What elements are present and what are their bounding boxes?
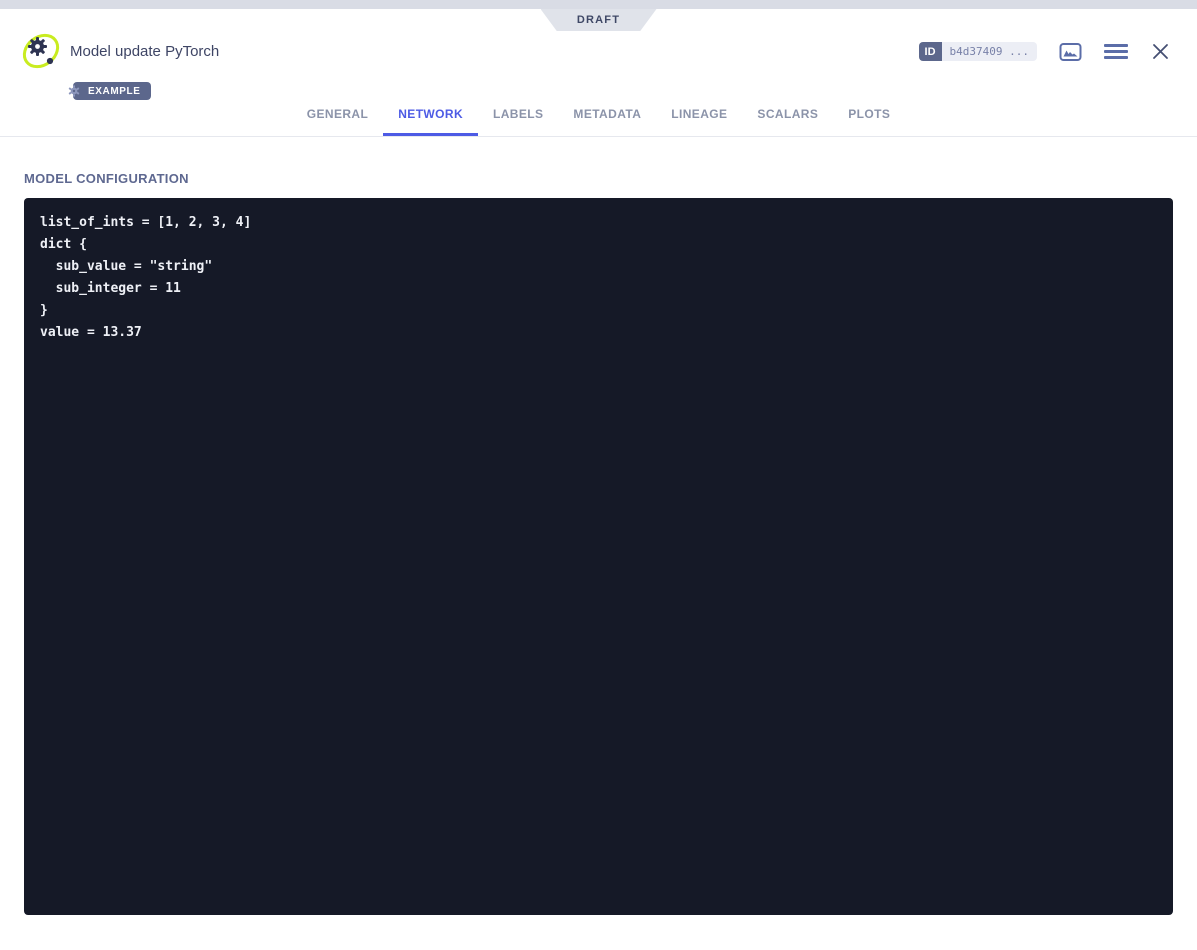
config-line: value = 13.37 (40, 322, 1157, 344)
tab-scalars[interactable]: SCALARS (742, 107, 833, 136)
header-controls: ID b4d37409 ... (919, 41, 1171, 62)
config-line: } (40, 300, 1157, 322)
tab-network[interactable]: NETWORK (383, 107, 478, 136)
tab-lineage[interactable]: LINEAGE (656, 107, 742, 136)
config-line: list_of_ints = [1, 2, 3, 4] (40, 212, 1157, 234)
image-preview-icon (1059, 42, 1082, 62)
status-badge-draft: DRAFT (541, 9, 657, 31)
window-top-bar (0, 0, 1197, 9)
tab-metadata[interactable]: METADATA (558, 107, 656, 136)
section-title-model-configuration: MODEL CONFIGURATION (24, 171, 1173, 186)
example-tag-badge[interactable]: EXAMPLE (73, 82, 151, 100)
model-gear-blob-icon (20, 30, 62, 72)
id-badge-value: b4d37409 ... (942, 42, 1037, 61)
config-line: sub_integer = 11 (40, 278, 1157, 300)
config-line: sub_value = "string" (40, 256, 1157, 278)
close-x-icon (1150, 41, 1171, 62)
network-tab-panel: MODEL CONFIGURATION list_of_ints = [1, 2… (0, 138, 1197, 915)
tab-labels[interactable]: LABELS (478, 107, 558, 136)
hamburger-menu-icon (1104, 44, 1128, 59)
tag-gear-icon (67, 84, 81, 98)
page-title: Model update PyTorch (70, 43, 219, 60)
draft-label: DRAFT (577, 14, 620, 26)
tab-general[interactable]: GENERAL (292, 107, 383, 136)
preview-image-button[interactable] (1059, 42, 1082, 62)
model-configuration-code-panel[interactable]: list_of_ints = [1, 2, 3, 4] dict { sub_v… (24, 198, 1173, 915)
example-tag-label: EXAMPLE (88, 86, 141, 97)
close-button[interactable] (1150, 41, 1171, 62)
model-id-badge[interactable]: ID b4d37409 ... (919, 42, 1037, 61)
config-line: dict { (40, 234, 1157, 256)
tab-plots[interactable]: PLOTS (833, 107, 905, 136)
menu-button[interactable] (1104, 44, 1128, 59)
id-badge-key: ID (919, 42, 942, 61)
detail-tabs: GENERAL NETWORK LABELS METADATA LINEAGE … (0, 107, 1197, 136)
